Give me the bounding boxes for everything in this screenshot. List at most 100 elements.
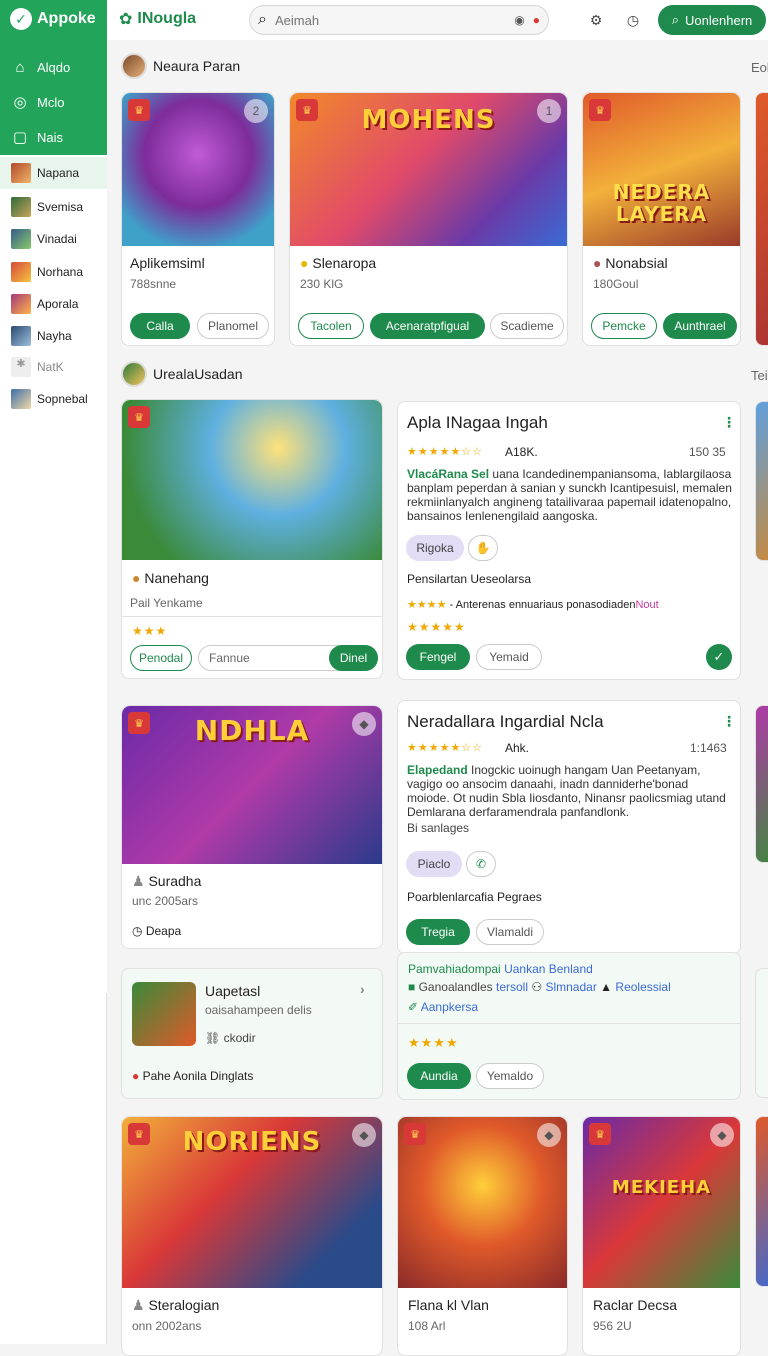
app-card[interactable]: ♛ 2 Aplikemsiml 788snne Calla Planomel	[121, 92, 275, 346]
nav-item-radio[interactable]: ◎ Mclo	[0, 85, 107, 119]
rating-stars: ★★★★★	[407, 620, 466, 634]
sidebar-item[interactable]: Aporala	[0, 288, 107, 320]
promo-card[interactable]: Uapetasl › oaisahampeen delis ⛓ ckodir ●…	[121, 968, 383, 1099]
install-button[interactable]: Calla	[130, 313, 190, 339]
camera-icon[interactable]: ◉	[514, 13, 524, 27]
game-card[interactable]: ♛ ◆ NDHLA ♟ Suradha unc 2005ars ◷ Deapa	[121, 705, 383, 949]
game-card[interactable]: ♛ ◆ MEKIEHA Raclar Decsa 956 2U	[582, 1116, 741, 1356]
primary-outline-button[interactable]: Tacolen	[298, 313, 364, 339]
location-text: Pahe Aonila Dinglats	[142, 1069, 254, 1083]
history-icon[interactable]: ◷	[623, 10, 643, 30]
secondary-button[interactable]: Vlamaldi	[476, 919, 544, 945]
avatar-icon: ●	[593, 255, 602, 271]
account-button[interactable]: ⌕ Uonlenhern	[658, 5, 766, 35]
section-more-link[interactable]: Tei	[751, 368, 768, 383]
app-card-partial[interactable]	[755, 968, 768, 1098]
sidebar-item[interactable]: Vinadai	[0, 223, 107, 255]
sidebar-item[interactable]: Svemisa	[0, 191, 107, 223]
detail-title: Neradallara Ingardial Ncla	[407, 712, 604, 731]
app-meta: 956 2U	[593, 1319, 632, 1333]
mic-icon[interactable]: ●	[533, 13, 540, 27]
check-logo-icon: ✓	[10, 8, 32, 30]
whatsapp-icon[interactable]: ✆	[466, 851, 496, 877]
section-title-text: Neaura Paran	[153, 58, 241, 74]
sidebar-item[interactable]: Nayha	[0, 320, 107, 352]
primary-outline-button[interactable]: Penodal	[130, 645, 192, 671]
install-button[interactable]: Fengel	[406, 644, 470, 670]
game-card[interactable]: ♛ ● Nanehang Pail Yenkame ★★★ Penodal Fa…	[121, 399, 383, 679]
app-card[interactable]: ♛ 1 MOHENS ● Slenaropa 230 KlG Tacolen Ace…	[289, 92, 568, 346]
promo-item: Aanpkersa	[420, 1000, 479, 1014]
detail-card[interactable]: Apla INagaa Ingah ⋮ ★★★★★☆☆ A18K. 150 35…	[397, 401, 741, 680]
install-button[interactable]: Aundia	[407, 1063, 471, 1089]
app-artwork: ♛ ◆ NORIENS	[122, 1117, 382, 1288]
install-button[interactable]: Tregia	[406, 919, 470, 945]
sidebar-item[interactable]: Norhana	[0, 256, 107, 288]
submit-button[interactable]: Dinel	[329, 645, 378, 671]
action-link[interactable]: ◷ Deapa	[132, 924, 181, 938]
more-icon[interactable]: ⋮	[722, 414, 736, 431]
app-card-partial[interactable]	[755, 1116, 768, 1287]
sidebar-item[interactable]: Sopnebal	[0, 383, 107, 415]
app-title[interactable]: ✿ INougla	[119, 9, 196, 29]
tag-chip[interactable]: Rigoka	[406, 535, 464, 561]
promo-subtitle: oaisahampeen delis	[205, 1003, 312, 1017]
settings-icon[interactable]: ⚙	[586, 10, 606, 30]
tag-chip[interactable]: Piaclo	[406, 851, 462, 877]
app-card-partial[interactable]	[755, 401, 768, 561]
sidebar-item-label: Vinadai	[37, 232, 77, 246]
brand[interactable]: ✓ Appoke	[10, 8, 96, 30]
detail-row-highlight: Nout	[635, 599, 659, 611]
sidebar: ✓ Appoke ⌂ Alqdo ◎ Mclo ▢ Nais Napana Svemis…	[0, 0, 107, 1344]
install-button[interactable]: Acenaratpfigual	[370, 313, 485, 339]
search-bar[interactable]: ⌕ ◉ ●	[249, 5, 549, 35]
secondary-button[interactable]: Scadieme	[490, 313, 564, 339]
description: VlacáRana Sel uana Icandedinempaniansoma…	[407, 467, 733, 523]
thumbnail	[11, 229, 31, 249]
secondary-button[interactable]: Yemaldo	[476, 1063, 544, 1089]
app-artwork: ♛ 2	[122, 93, 274, 246]
thumbnail	[11, 294, 31, 314]
square-icon: ■	[408, 980, 416, 994]
secondary-button[interactable]: Planomel	[197, 313, 269, 339]
sidebar-item-label: NatK	[37, 360, 64, 374]
game-card[interactable]: ♛ ◆ NORIENS ♟ Steralogian onn 2002ans	[121, 1116, 383, 1356]
game-card[interactable]: ♛ ◆ Flana kl Vlan 108 Arl	[397, 1116, 568, 1356]
app-artwork: ♛ ◆	[398, 1117, 567, 1288]
clock-icon: ◷	[132, 924, 143, 938]
sidebar-item[interactable]: ✱ NatK	[0, 351, 107, 383]
section-more-link[interactable]: Eol	[751, 60, 768, 75]
install-button[interactable]: Aunthrael	[663, 313, 737, 339]
primary-outline-button[interactable]: Pemcke	[591, 313, 657, 339]
sidebar-item[interactable]: Napana	[0, 157, 107, 189]
hand-icon[interactable]: ✋	[468, 535, 498, 561]
app-meta: 230 KlG	[300, 277, 344, 291]
detail-card[interactable]: Neradallara Ingardial Ncla ⋮ ★★★★★☆☆ Ahk…	[397, 700, 741, 954]
nav-item-home[interactable]: ⌂ Alqdo	[0, 50, 107, 84]
promo-detail-card[interactable]: Pamvahiadompai Uankan Benland ■ Ganoalan…	[397, 952, 741, 1100]
avatar	[121, 361, 147, 387]
link-icon: ⛓	[205, 1031, 221, 1045]
more-icon[interactable]: ⋮	[722, 713, 736, 730]
pin-icon: ✐	[408, 1000, 419, 1014]
promo-thumbnail	[132, 982, 196, 1046]
chevron-right-icon[interactable]: ›	[360, 981, 365, 997]
nav-item-bag[interactable]: ▢ Nais	[0, 120, 107, 154]
sidebar-item-label: Sopnebal	[37, 392, 88, 406]
section-title: UrealaUsadan	[121, 361, 243, 387]
person-icon: ♟	[132, 873, 145, 889]
flower-icon: ✿	[119, 11, 133, 28]
promo-item: tersoll	[496, 980, 529, 994]
app-card-partial[interactable]	[755, 705, 768, 863]
app-name-text: Slenaropa	[312, 255, 377, 271]
check-icon[interactable]: ✓	[706, 644, 732, 670]
rating-stars: ★★★★	[408, 1035, 459, 1050]
secondary-button[interactable]: Yemaid	[476, 644, 542, 670]
badge-icon: ♛	[128, 99, 150, 121]
search-input[interactable]	[274, 12, 507, 28]
artwork-title: NEDERA LAYERA	[612, 180, 711, 226]
rating-meta: Ahk.	[505, 741, 530, 755]
artwork-title: NORIENS	[182, 1127, 322, 1157]
app-card[interactable]: ♛ NEDERA LAYERA ● Nonabsial 180Goul Pemck…	[582, 92, 741, 346]
app-card-partial[interactable]	[755, 92, 768, 346]
